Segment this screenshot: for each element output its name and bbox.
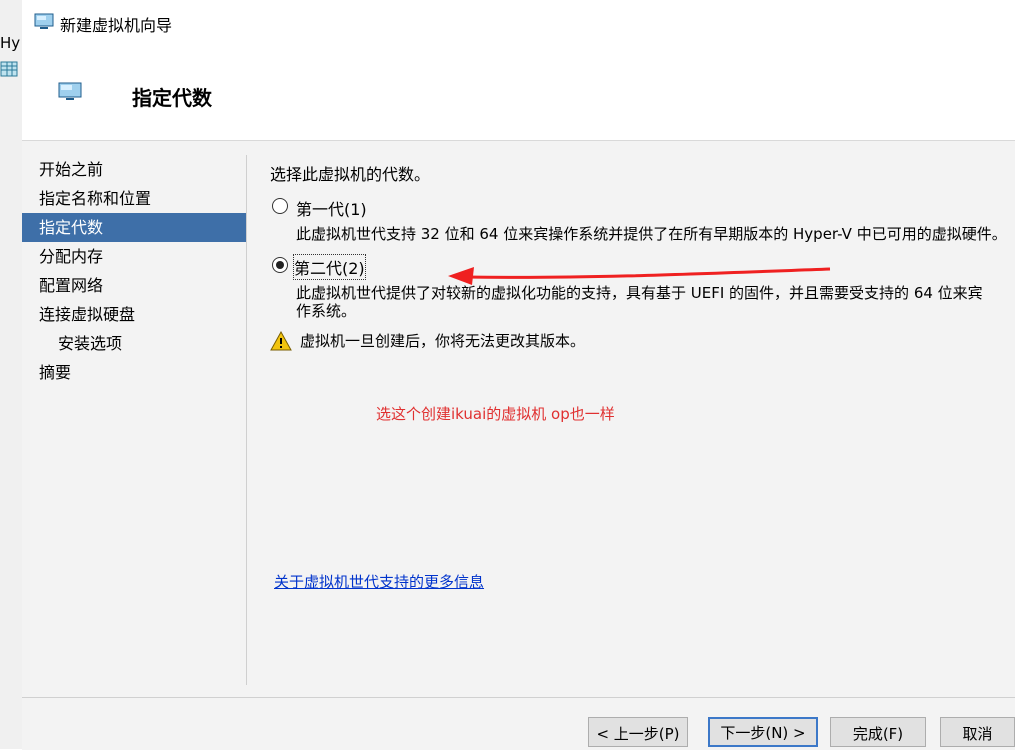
nav-item-install-options[interactable]: 安装选项 [22, 329, 246, 358]
wizard-header: 指定代数 [22, 44, 1015, 141]
next-button[interactable]: 下一步(N) > [708, 717, 818, 747]
new-vm-wizard-window: 新建虚拟机向导 指定代数 开始之前 指定名称和位置 指定代数 分配内存 配置网络… [22, 0, 1015, 750]
annotation-note: 选这个创建ikuai的虚拟机 op也一样 [376, 405, 615, 423]
vm-monitor-icon [34, 13, 54, 29]
hyperv-manager-icon [0, 61, 18, 77]
page-title: 指定代数 [132, 86, 212, 110]
nav-item-generation[interactable]: 指定代数 [22, 213, 246, 242]
nav-item-summary[interactable]: 摘要 [22, 358, 246, 387]
nav-item-virtual-disk[interactable]: 连接虚拟硬盘 [22, 300, 246, 329]
generation-content: 选择此虚拟机的代数。 第一代(1) 此虚拟机世代支持 32 位和 64 位来宾操… [270, 161, 1015, 681]
vm-monitor-icon [58, 82, 82, 100]
wizard-body: 开始之前 指定名称和位置 指定代数 分配内存 配置网络 连接虚拟硬盘 安装选项 … [22, 141, 1015, 697]
background-text: Hy [0, 34, 21, 52]
background-window-strip: Hy [0, 0, 23, 749]
wizard-footer: < 上一步(P) 下一步(N) > 完成(F) 取消 [22, 697, 1015, 750]
previous-button[interactable]: < 上一步(P) [588, 717, 688, 747]
warning-icon [270, 331, 292, 351]
title-bar[interactable]: 新建虚拟机向导 [22, 0, 1015, 44]
window-title: 新建虚拟机向导 [60, 16, 173, 35]
gen2-description-line2: 作系统。 [296, 302, 357, 320]
warning-text: 虚拟机一旦创建后，你将无法更改其版本。 [300, 332, 586, 350]
nav-item-network[interactable]: 配置网络 [22, 271, 246, 300]
nav-item-memory[interactable]: 分配内存 [22, 242, 246, 271]
nav-item-name-location[interactable]: 指定名称和位置 [22, 184, 246, 213]
wizard-steps-nav: 开始之前 指定名称和位置 指定代数 分配内存 配置网络 连接虚拟硬盘 安装选项 … [22, 155, 246, 387]
nav-item-before-you-begin[interactable]: 开始之前 [22, 155, 246, 184]
annotation-arrow [448, 267, 831, 285]
nav-divider [246, 155, 247, 685]
more-info-link[interactable]: 关于虚拟机世代支持的更多信息 [274, 571, 484, 592]
cancel-button[interactable]: 取消 [940, 717, 1015, 747]
finish-button[interactable]: 完成(F) [830, 717, 926, 747]
